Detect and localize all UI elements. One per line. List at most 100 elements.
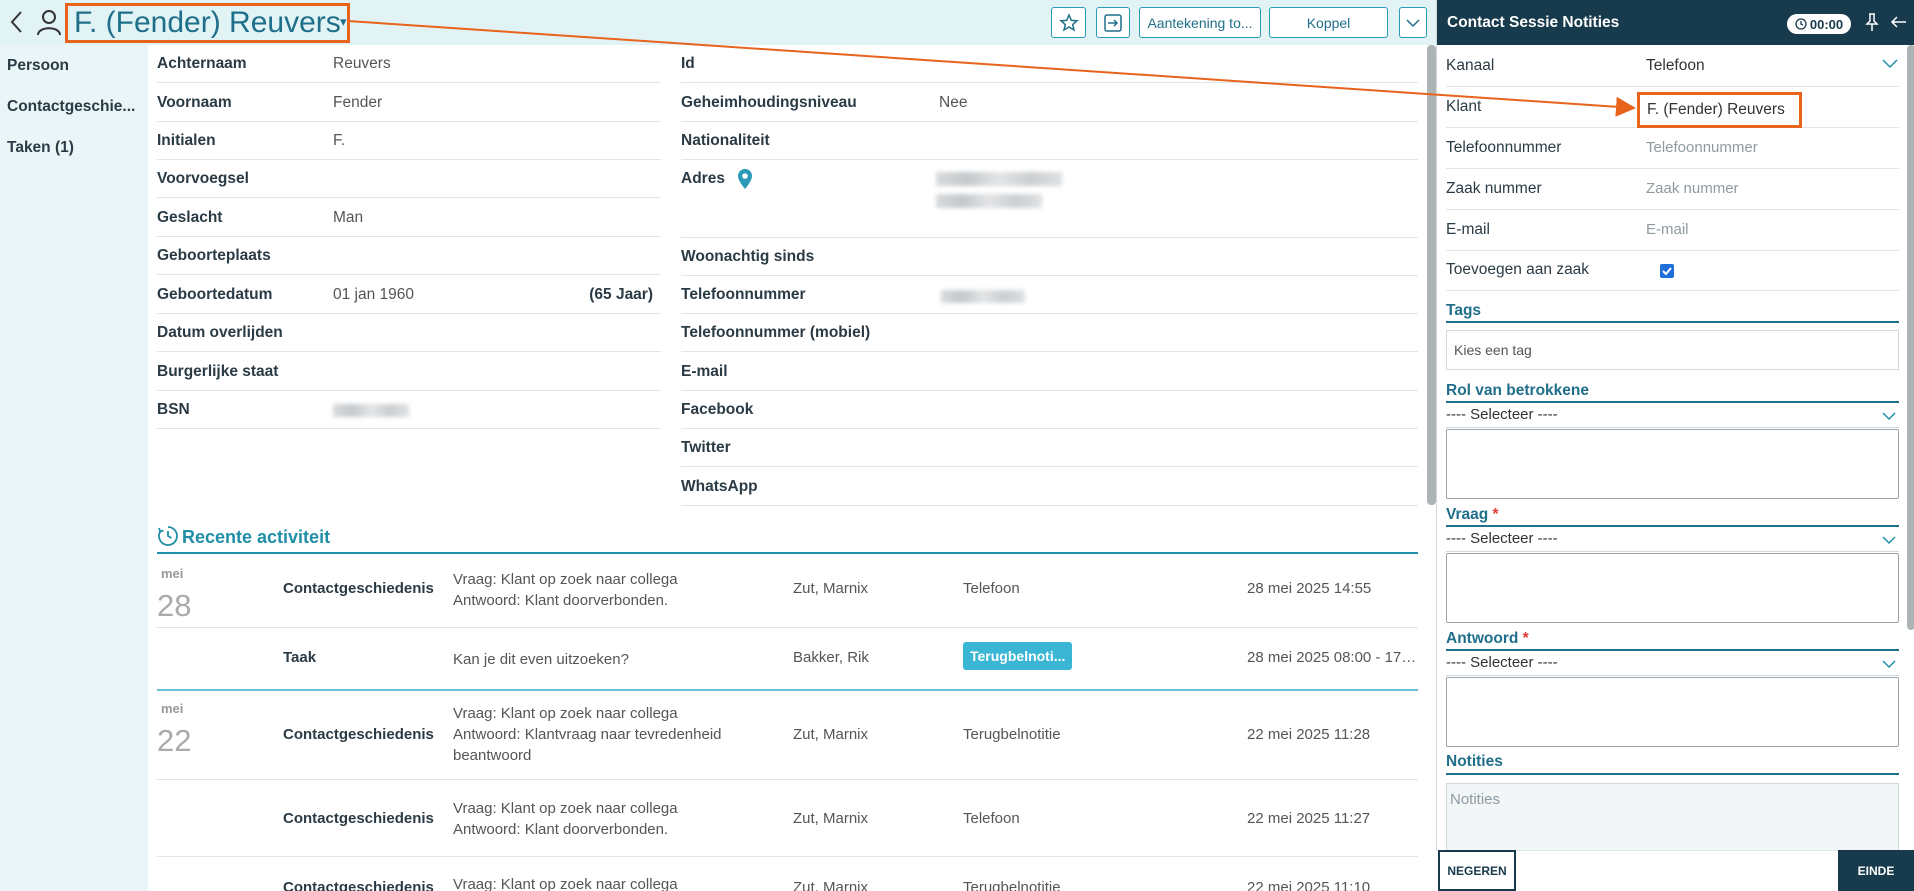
panel-header: Contact Sessie Notities 00:00 [1437,0,1914,45]
redacted-value [941,290,1025,303]
redacted-value [333,404,409,417]
required-mark: * [1492,506,1499,523]
note-button[interactable]: Aantekening to... [1139,7,1261,38]
activity-date: 28 mei 2025 14:55 [1247,580,1372,597]
activity-type: Contactgeschiedenis [283,810,434,827]
select-value: ---- Selecteer ---- [1446,406,1558,423]
field-label: Telefoonnummer (mobiel) [681,324,871,341]
vraag-label: Vraag [1446,506,1489,523]
field-telefoonnummer-mobiel: Telefoonnummer (mobiel) [681,314,1418,352]
field-email: E-mail [681,353,1418,391]
field-bsn: BSN [157,391,661,429]
field-geheimhoudingsniveau: Geheimhoudingsniveau Nee [681,84,1418,122]
field-label: Nationaliteit [681,132,770,149]
field-label: WhatsApp [681,478,758,495]
activity-description: Vraag: Klant op zoek naar collega Antwoo… [453,800,678,838]
field-label: E-mail [681,363,728,380]
vraag-select[interactable]: ---- Selecteer ---- [1446,530,1899,552]
field-value: Man [333,209,364,226]
back-icon[interactable] [6,9,28,35]
more-actions-button[interactable] [1399,7,1427,38]
field-woonachtig-sinds: Woonachtig sinds [681,238,1418,276]
vraag-textarea[interactable] [1446,553,1899,623]
antwoord-select[interactable]: ---- Selecteer ---- [1446,654,1899,676]
arrow-left-icon[interactable] [1889,12,1909,32]
export-button[interactable] [1096,7,1130,38]
row-placeholder: E-mail [1646,221,1689,238]
star-icon [1058,12,1079,32]
field-geslacht: Geslacht Man [157,199,661,237]
activity-person: Zut, Marnix [793,580,869,597]
rol-select[interactable]: ---- Selecteer ---- [1446,406,1899,428]
toevoegen-checkbox[interactable] [1660,264,1674,278]
pin-icon[interactable] [1865,12,1879,32]
activity-row[interactable]: Contactgeschiedenis Vraag: Klant op zoek… [157,556,1418,628]
activity-description: Vraag: Klant op zoek naar collega Antwoo… [453,571,678,609]
field-twitter: Twitter [681,429,1418,467]
field-label: Woonachtig sinds [681,248,815,265]
field-value: Fender [333,94,383,111]
activity-person: Zut, Marnix [793,810,869,827]
row-placeholder: Telefoonnummer [1646,139,1758,156]
field-value: Nee [939,94,968,111]
row-label: Telefoonnummer [1446,139,1562,156]
divider [1446,649,1899,651]
activity-type: Contactgeschiedenis [283,726,434,743]
chevron-down-icon [1882,536,1896,545]
field-label: Datum overlijden [157,324,283,341]
chevron-down-icon [1406,18,1420,27]
antwoord-textarea[interactable] [1446,677,1899,747]
ignore-button[interactable]: NEGEREN [1438,850,1516,891]
row-label: Toevoegen aan zaak [1446,261,1590,278]
scrollbar[interactable] [1907,45,1914,630]
field-label: Telefoonnummer [681,286,806,303]
activity-badge[interactable]: Terugbelnoti... [963,642,1073,670]
nav-item-taken[interactable]: Taken (1) [7,139,143,157]
field-label: Geslacht [157,209,223,226]
email-field[interactable]: E-mail E-mail [1446,210,1899,251]
activity-description: Vraag: Klant op zoek naar collega [453,876,678,891]
activity-row[interactable]: Contactgeschiedenis Vraag: Klant op zoek… [157,857,1418,891]
activity-channel: Telefoon [963,580,1020,597]
activity-row[interactable]: Contactgeschiedenis Vraag: Klant op zoek… [157,780,1418,857]
activity-person: Zut, Marnix [793,726,869,743]
page-title: F. (Fender) Reuvers [74,6,341,39]
activity-type: Contactgeschiedenis [283,580,434,597]
link-button[interactable]: Koppel [1269,7,1388,38]
favorite-button[interactable] [1051,7,1086,38]
field-label: Geheimhoudingsniveau [681,94,857,111]
field-voornaam: Voornaam Fender [157,84,661,122]
notities-title: Notities [1446,753,1503,770]
end-button[interactable]: EINDE [1838,850,1914,891]
activity-row[interactable]: Contactgeschiedenis Vraag: Klant op zoek… [157,691,1418,780]
field-id: Id [681,45,1418,83]
kanaal-select[interactable]: Kanaal Telefoon [1446,46,1899,87]
activity-description: Kan je dit even uitzoeken? [453,651,629,668]
age-label: (65 Jaar) [589,286,653,303]
nav-item-contactgeschiedenis[interactable]: Contactgeschie... [7,98,143,116]
row-label: Klant [1446,98,1482,115]
field-telefoonnummer: Telefoonnummer [681,276,1418,314]
activity-date: 22 mei 2025 11:27 [1247,810,1371,827]
field-facebook: Facebook [681,391,1418,429]
clock-icon [1795,18,1807,30]
activity-channel: Terugbelnotitie [963,879,1061,891]
field-burgerlijke-staat: Burgerlijke staat [157,353,661,391]
tag-input[interactable]: Kies een tag [1446,330,1899,370]
activity-channel: Terugbelnotitie [963,726,1061,743]
activity-row[interactable]: Taak Kan je dit even uitzoeken? Bakker, … [157,628,1418,690]
zaak-nummer-field[interactable]: Zaak nummer Zaak nummer [1446,169,1899,210]
rol-textarea[interactable] [1446,429,1899,499]
tags-title: Tags [1446,302,1482,319]
left-nav: Persoon Contactgeschie... Taken (1) [0,45,148,891]
notities-textarea[interactable]: Notities [1446,783,1899,853]
telefoonnummer-field[interactable]: Telefoonnummer Telefoonnummer [1446,128,1899,169]
chevron-down-icon [1882,59,1898,69]
activity-person: Zut, Marnix [793,879,869,891]
chevron-down-icon[interactable]: ▾ [340,14,347,30]
scrollbar[interactable] [1427,45,1436,505]
field-label: Facebook [681,401,754,418]
map-pin-icon[interactable] [737,168,753,190]
vraag-title: Vraag * [1446,506,1499,524]
nav-item-persoon[interactable]: Persoon [7,57,143,75]
